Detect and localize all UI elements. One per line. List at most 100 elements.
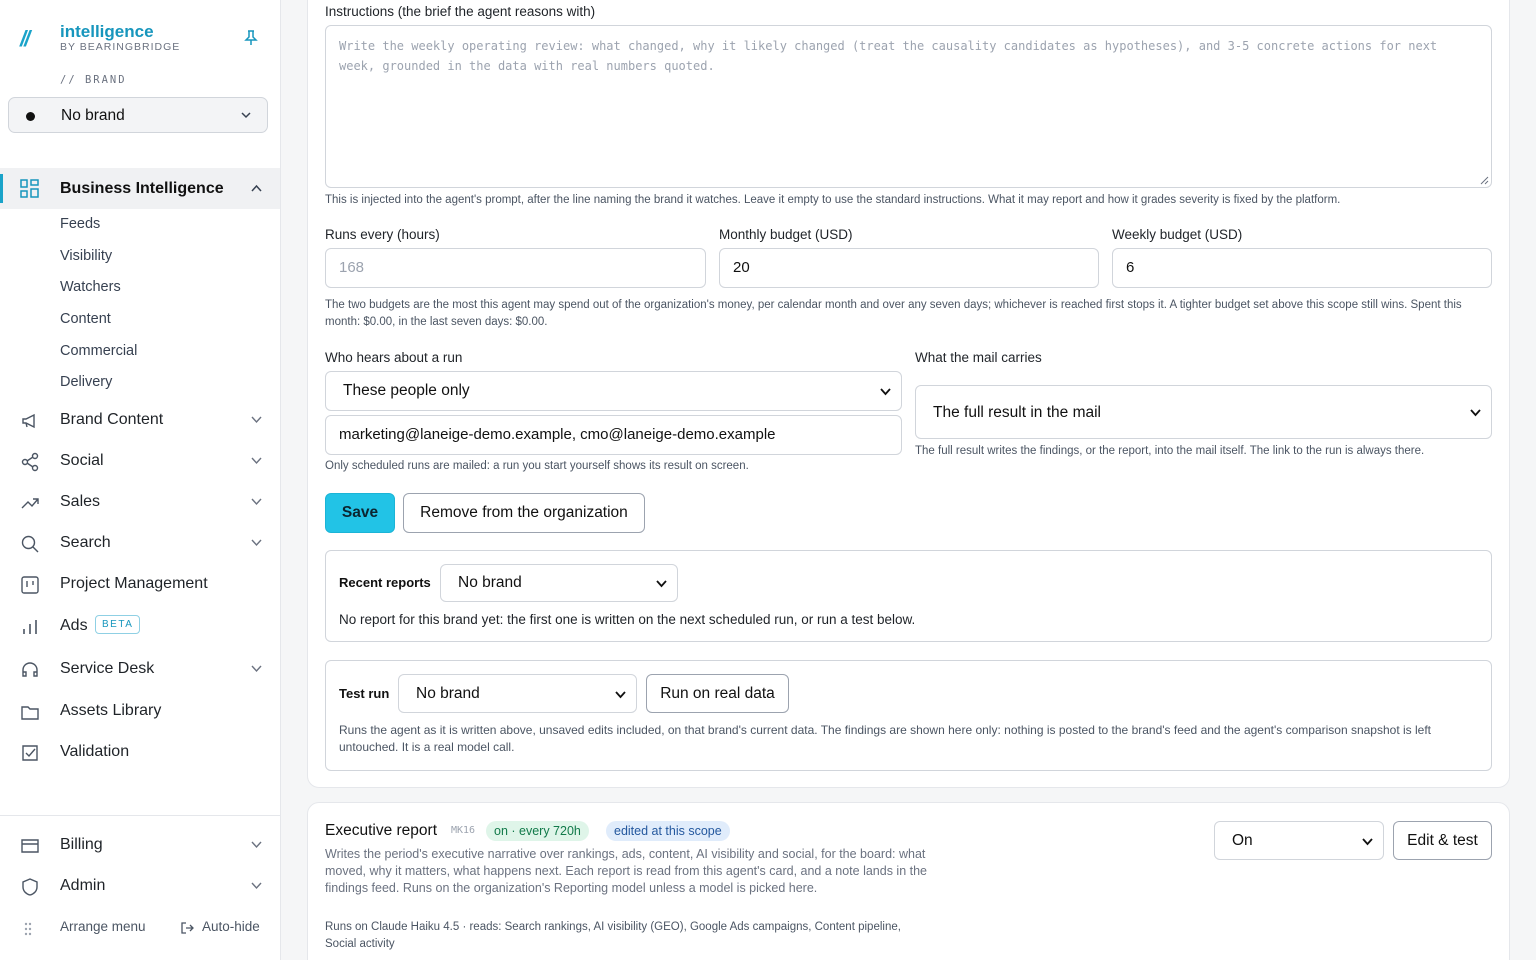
nav-label: Validation: [60, 743, 130, 760]
weekly-budget-label: Weekly budget (USD): [1112, 227, 1243, 242]
test-run-label: Test run: [339, 686, 390, 701]
who-hears-select[interactable]: These people only: [325, 371, 902, 411]
nav-label: Admin: [60, 877, 106, 894]
nav-service-desk[interactable]: Service Desk: [0, 651, 280, 687]
test-run-hint: Runs the agent as it is written above, u…: [339, 723, 1431, 754]
nav-project-management[interactable]: Project Management: [0, 566, 280, 602]
chevron-down-icon: [1470, 409, 1481, 417]
executive-report-title: Executive report: [325, 822, 437, 839]
nav-label: Business Intelligence: [60, 180, 224, 197]
logo[interactable]: // intelligence BY BEARINGBRIDGE: [20, 22, 270, 56]
recipients-input[interactable]: marketing@laneige-demo.example, cmo@lane…: [325, 415, 902, 455]
chevron-down-icon: [251, 539, 262, 547]
nav-assets-library[interactable]: Assets Library: [0, 693, 280, 729]
exit-icon: [181, 922, 194, 934]
nav-brand-content[interactable]: Brand Content: [0, 402, 280, 438]
nav-validation[interactable]: Validation: [0, 734, 280, 770]
logo-mark: //: [20, 26, 30, 51]
nav-label: Service Desk: [60, 660, 155, 677]
mail-carries-value: The full result in the mail: [933, 404, 1101, 421]
chevron-down-icon: [880, 388, 891, 396]
chevron-down-icon: [251, 498, 262, 506]
run-real-data-button[interactable]: Run on real data: [646, 674, 789, 713]
checkbox-icon: [22, 745, 38, 761]
instructions-label: Instructions (the brief the agent reason…: [325, 4, 596, 19]
nav-ads[interactable]: Ads BETA: [0, 608, 280, 644]
brand-selector-value: No brand: [61, 107, 125, 124]
sub-item-content[interactable]: Content: [60, 311, 111, 327]
nav-social[interactable]: Social: [0, 443, 280, 479]
monthly-budget-input[interactable]: 20: [719, 248, 1099, 288]
instructions-textarea[interactable]: Write the weekly operating review: what …: [325, 25, 1492, 188]
status-badge: on · every 720h: [486, 821, 589, 841]
nav-label: Project Management: [60, 575, 208, 592]
chevron-down-icon: [251, 882, 262, 890]
app-name: intelligence: [60, 22, 154, 41]
sub-item-feeds[interactable]: Feeds: [60, 216, 100, 232]
state-value: On: [1232, 832, 1253, 849]
mail-carries-select[interactable]: The full result in the mail: [915, 385, 1492, 439]
chevron-down-icon: [615, 691, 626, 699]
nav-search[interactable]: Search: [0, 525, 280, 561]
brand-dot-icon: [26, 112, 35, 121]
nav-label: Assets Library: [60, 702, 162, 719]
share-icon: [21, 452, 39, 472]
beta-badge: BETA: [95, 615, 141, 634]
weekly-budget-input[interactable]: 6: [1112, 248, 1492, 288]
resize-grip-icon[interactable]: [1480, 176, 1489, 185]
nav-sales[interactable]: Sales: [0, 484, 280, 520]
chevron-down-icon: [241, 112, 251, 119]
scope-badge: edited at this scope: [606, 821, 730, 841]
instructions-hint: This is injected into the agent's prompt…: [325, 194, 1341, 206]
headset-icon: [22, 662, 38, 677]
who-hears-label: Who hears about a run: [325, 350, 463, 365]
nav-label: Social: [60, 452, 104, 469]
chevron-down-icon: [251, 665, 262, 673]
recent-reports-text: No report for this brand yet: the first …: [339, 612, 916, 627]
who-hears-value: These people only: [343, 382, 470, 399]
auto-hide-link[interactable]: Auto-hide: [202, 919, 260, 934]
brand-selector[interactable]: No brand: [8, 97, 268, 133]
save-button[interactable]: Save: [325, 493, 395, 533]
executive-report-state-select[interactable]: On: [1214, 821, 1384, 860]
nav-admin[interactable]: Admin: [0, 868, 280, 904]
nav-label: Billing: [60, 836, 103, 853]
recipients-hint: Only scheduled runs are mailed: a run yo…: [325, 460, 749, 472]
recent-reports-select[interactable]: No brand: [440, 564, 678, 602]
bar-chart-icon: [23, 620, 37, 634]
recent-reports-value: No brand: [458, 574, 522, 591]
board-icon: [21, 576, 39, 594]
monthly-budget-label: Monthly budget (USD): [719, 227, 853, 242]
app-subtitle: BY BEARINGBRIDGE: [60, 41, 181, 53]
folder-icon: [21, 706, 39, 720]
nav-label: Ads: [60, 617, 88, 634]
executive-report-description: Writes the period's executive narrative …: [325, 847, 928, 895]
recent-reports-label: Recent reports: [339, 575, 431, 590]
sub-item-visibility[interactable]: Visibility: [60, 248, 112, 264]
search-icon: [21, 535, 39, 553]
executive-report-meta: Runs on Claude Haiku 4.5 · reads: Search…: [325, 921, 901, 950]
remove-button[interactable]: Remove from the organization: [403, 493, 645, 533]
test-run-select[interactable]: No brand: [398, 674, 637, 713]
nav-billing[interactable]: Billing: [0, 827, 280, 863]
arrange-menu-link[interactable]: Arrange menu: [60, 919, 146, 934]
sub-item-delivery[interactable]: Delivery: [60, 374, 112, 390]
runs-every-input[interactable]: 168: [325, 248, 706, 288]
brand-section-label: // BRAND: [60, 74, 127, 86]
nav-label: Brand Content: [60, 411, 164, 428]
card-icon: [21, 839, 39, 853]
executive-report-code: MK16: [451, 825, 476, 836]
shield-icon: [22, 878, 38, 896]
chevron-down-icon: [251, 841, 262, 849]
nav-business-intelligence[interactable]: Business Intelligence: [0, 168, 280, 209]
budget-hint: The two budgets are the most this agent …: [325, 299, 1462, 328]
instructions-placeholder: Write the weekly operating review: what …: [339, 39, 1438, 73]
mail-hint: The full result writes the findings, or …: [915, 445, 1425, 457]
pin-icon[interactable]: [244, 30, 258, 46]
sub-item-commercial[interactable]: Commercial: [60, 343, 137, 359]
runs-every-label: Runs every (hours): [325, 227, 440, 242]
drag-handle-icon: [24, 922, 32, 936]
sidebar: // intelligence BY BEARINGBRIDGE // BRAN…: [0, 0, 281, 960]
edit-test-button[interactable]: Edit & test: [1393, 821, 1492, 860]
sub-item-watchers[interactable]: Watchers: [60, 279, 121, 295]
